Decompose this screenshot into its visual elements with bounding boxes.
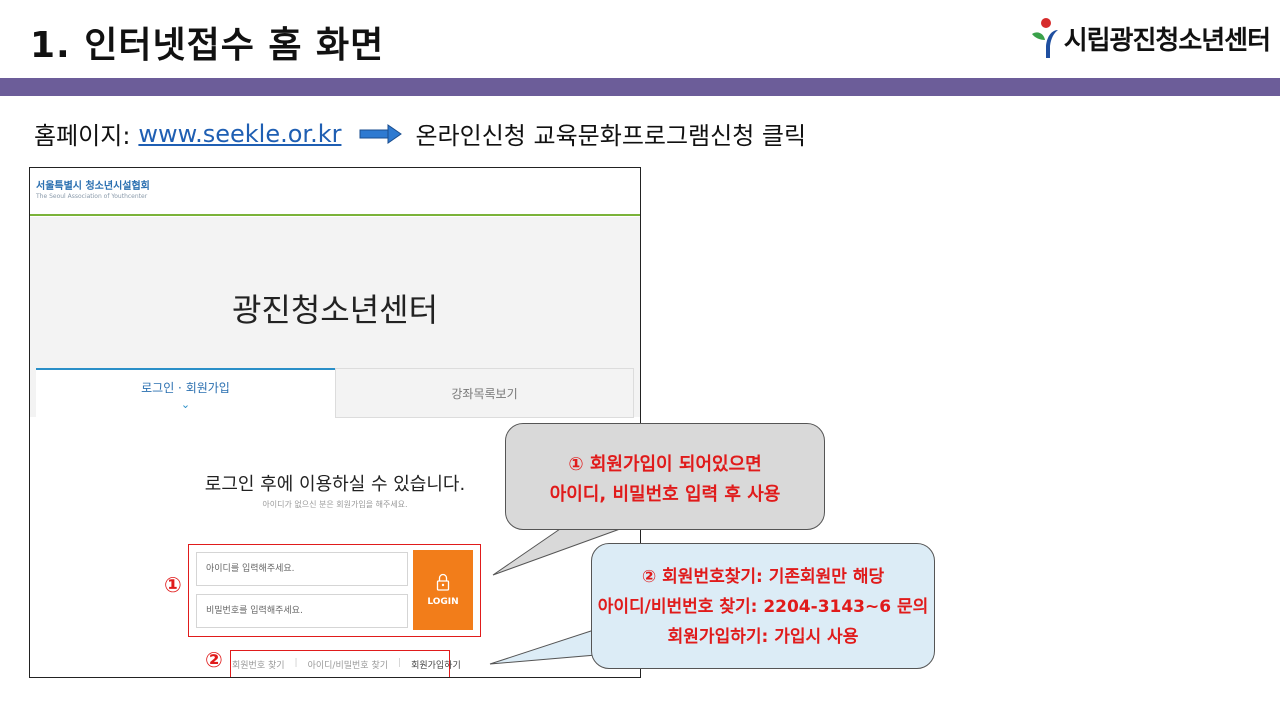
tab-bar: 로그인 · 회원가입 ⌄ 강좌목록보기 bbox=[36, 368, 634, 418]
center-logo: 시립광진청소년센터 bbox=[1028, 16, 1271, 60]
tab-login-join[interactable]: 로그인 · 회원가입 ⌄ bbox=[36, 368, 335, 418]
tab-label: 강좌목록보기 bbox=[451, 386, 518, 401]
intro-action-text: 온라인신청 교육문화프로그램신청 클릭 bbox=[415, 122, 807, 150]
callout-login-info: ① 회원가입이 되어있으면 아이디, 비밀번호 입력 후 사용 bbox=[505, 423, 825, 530]
intro-label: 홈페이지: bbox=[34, 122, 131, 150]
hero-title: 광진청소년센터 bbox=[231, 291, 439, 329]
callout-links-info: ② 회원번호찾기: 기존회원만 해당 아이디/비번번호 찾기: 2204-314… bbox=[591, 543, 935, 669]
right-arrow-icon bbox=[359, 123, 403, 144]
slide-title: 1. 인터넷접수 홈 화면 bbox=[30, 25, 385, 66]
marker-2: ② bbox=[205, 648, 223, 672]
callout-line: ② 회원번호찾기: 기존회원만 해당 bbox=[641, 567, 885, 587]
header-divider-bar bbox=[0, 78, 1280, 96]
homepage-link[interactable]: www.seekle.or.kr bbox=[138, 120, 341, 148]
site-org-subtitle: The Seoul Association of Youthcenter bbox=[36, 193, 148, 200]
tab-label: 로그인 · 회원가입 bbox=[141, 380, 230, 395]
intro-line: 홈페이지: www.seekle.or.kr 온라인신청 교육문화프로그램신청 … bbox=[34, 116, 806, 151]
login-form-highlight bbox=[188, 544, 481, 637]
links-highlight bbox=[230, 650, 450, 677]
site-header: 서울특별시 청소년시설협회 The Seoul Association of Y… bbox=[30, 168, 640, 216]
logo-text: 시립광진청소년센터 bbox=[1063, 25, 1271, 56]
callout-line: 아이디/비번번호 찾기: 2204-3143~6 문의 bbox=[597, 597, 929, 617]
callout-line: 회원가입하기: 가입시 사용 bbox=[667, 627, 859, 647]
callout-line: 아이디, 비밀번호 입력 후 사용 bbox=[549, 484, 781, 505]
marker-1: ① bbox=[164, 573, 182, 597]
site-org-name[interactable]: 서울특별시 청소년시설협회 bbox=[36, 177, 640, 192]
tab-course-list[interactable]: 강좌목록보기 bbox=[335, 368, 634, 418]
leaf-logo-icon bbox=[1031, 18, 1058, 58]
chevron-down-icon: ⌄ bbox=[180, 397, 191, 411]
callout-line: ① 회원가입이 되어있으면 bbox=[568, 454, 762, 475]
